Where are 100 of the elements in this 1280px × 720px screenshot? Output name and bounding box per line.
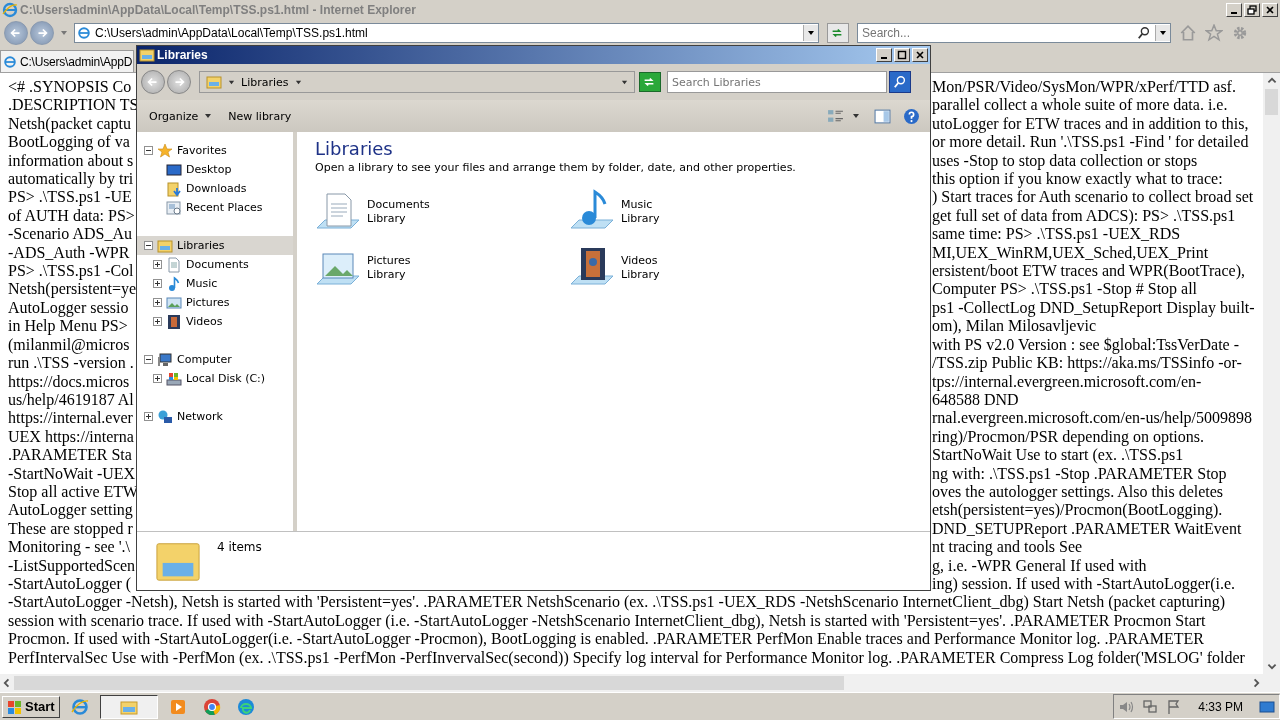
library-tile[interactable]: Documents Library (315, 188, 569, 236)
refresh-button[interactable] (639, 72, 661, 92)
library-name: Documents (367, 198, 430, 212)
page-text: PS> .\TSS.ps1 -Col (7, 262, 135, 281)
caret-icon[interactable] (852, 112, 860, 120)
vertical-scrollbar[interactable] (1263, 73, 1280, 674)
page-text: ring)/Procmon/PSR depending on options. (931, 427, 1205, 447)
page-text: /TSS.zip Public KB: https://aka.ms/TSSinfo -or- (931, 354, 1243, 373)
forward-button[interactable] (167, 70, 191, 94)
page-text: us/help/4619187 Al (7, 390, 135, 410)
refresh-button[interactable] (827, 22, 849, 43)
window-title: C:\Users\admin\AppData\Local\Temp\TSS.ps1.html - Internet Explorer (20, 2, 416, 17)
page-text: DND_SETUPReport .PARAMETER WaitEvent (931, 519, 1243, 539)
network-icon[interactable] (1142, 698, 1159, 715)
caret-icon[interactable] (294, 78, 302, 86)
expander-icon[interactable] (153, 317, 162, 326)
close-button[interactable] (912, 48, 928, 62)
tree-item[interactable]: Pictures (137, 293, 293, 312)
tree-item[interactable]: Music (137, 274, 293, 293)
minimize-button[interactable] (1226, 2, 1242, 17)
dropdown-caret-icon[interactable] (807, 28, 815, 37)
library-type: Library (367, 212, 407, 226)
tree-item[interactable]: Favorites (137, 141, 293, 160)
scroll-thumb[interactable] (1265, 89, 1278, 115)
page-text: of AUTH data: PS> (7, 206, 135, 226)
forward-button[interactable] (30, 20, 54, 45)
tree-item[interactable]: Local Disk (C:) (137, 369, 293, 388)
folder-icon[interactable] (99, 694, 158, 719)
page-text: ing) session. If used with -StartAutoLogger(i.e. (931, 574, 1237, 594)
back-button[interactable] (141, 70, 165, 94)
expander-icon[interactable] (153, 279, 162, 288)
tree-item[interactable]: Recent Places (137, 198, 293, 217)
restore-button[interactable] (1244, 2, 1260, 17)
expander-icon[interactable] (144, 146, 153, 155)
tree-item[interactable]: Desktop (137, 160, 293, 179)
page-text: oves the autologger settings. Also this deletes (931, 482, 1224, 502)
description-text: Open a library to see your files and arrange them by folder, date, and other properties. (315, 161, 797, 174)
expander-icon[interactable] (153, 298, 162, 307)
minimize-button[interactable] (876, 48, 892, 62)
view-options-icon[interactable] (827, 107, 844, 125)
tree-item[interactable]: Network (137, 407, 293, 426)
expander-icon[interactable] (144, 355, 153, 364)
library-tile[interactable]: Videos Library (569, 244, 823, 292)
page-text: StartNoWait Use to start (ex. .\TSS.ps1 (931, 446, 1185, 465)
library-tile[interactable]: Pictures Library (315, 244, 569, 292)
close-icon (1265, 4, 1275, 15)
search-icon[interactable] (1137, 25, 1151, 40)
library-tile[interactable]: Music Library (569, 188, 823, 236)
help-icon[interactable] (903, 107, 920, 125)
clock[interactable]: 4:33 PM (1198, 699, 1243, 714)
page-text: Mon/PSR/Video/SysMon/WPR/xPerf/TTD asf. (931, 78, 1237, 97)
page-text: in Help Menu PS> (7, 317, 129, 336)
page-text: https://docs.micros (7, 372, 131, 391)
menu-button[interactable]: Organize (143, 107, 219, 125)
tree-item[interactable]: Computer (137, 350, 293, 369)
show-desktop-icon[interactable] (1259, 698, 1275, 715)
picture-icon (166, 294, 182, 311)
expander-icon[interactable] (144, 412, 153, 421)
start-button[interactable]: Start (2, 695, 60, 718)
caret-icon[interactable] (228, 78, 235, 86)
search-button[interactable] (889, 71, 911, 93)
close-button[interactable] (1262, 2, 1278, 17)
search-field[interactable]: Search Libraries (667, 71, 887, 93)
expander-icon[interactable] (144, 241, 153, 250)
page-text: <# .SYNOPSIS Co (7, 78, 133, 97)
search-bar[interactable]: Search... (857, 22, 1171, 43)
tree-item[interactable]: Documents (137, 255, 293, 274)
page-text: Netsh(persistent=ye (7, 280, 135, 299)
page-text: rnal.evergreen.microsoft.com/en-us/help/5009898 (931, 409, 1254, 428)
toolbar-button[interactable]: New library (222, 107, 298, 125)
expander-icon[interactable] (153, 374, 162, 383)
tree-item[interactable]: Videos (137, 312, 293, 331)
page-text: etsh(persistent=yes)/Procmon(BootLogging). (931, 501, 1224, 520)
minimize-icon (1231, 11, 1237, 14)
address-bar[interactable]: Libraries (199, 71, 635, 93)
browser-tab[interactable]: C:\Users\admin\AppD (0, 50, 134, 72)
dropdown-caret-icon[interactable] (621, 78, 628, 86)
scroll-thumb[interactable] (14, 676, 844, 690)
maximize-button[interactable] (894, 48, 910, 62)
tree-item[interactable]: Downloads (137, 179, 293, 198)
page-text: utoLogger for ETW traces and in addition to this, (931, 114, 1250, 134)
page-text: with PS v2.0 Version : see $global:TssVerDate - (931, 335, 1240, 355)
back-button[interactable] (4, 20, 28, 45)
page-text: run .\TSS -version . (7, 354, 135, 373)
expander-icon[interactable] (153, 260, 162, 269)
horizontal-scrollbar[interactable] (0, 674, 1280, 692)
disk-drive-icon (166, 370, 182, 387)
library-type: Library (621, 268, 660, 282)
film-icon (166, 313, 182, 330)
address-bar[interactable]: C:\Users\admin\AppData\Local\Temp\TSS.ps1.html (74, 22, 819, 43)
tree-item[interactable]: Libraries (137, 236, 293, 255)
page-text: AutoLogger sessio (7, 298, 130, 318)
restore-icon (1247, 4, 1257, 15)
star-icon[interactable] (1205, 23, 1223, 42)
page-text: .PARAMETER Sta (7, 446, 133, 465)
library-name: Pictures (367, 254, 411, 268)
app-icon (201, 696, 222, 717)
page-text: ps1 -CollectLog DND_SetupReport Display built- (931, 298, 1256, 318)
page-text: ersistent/boot ETW traces and WPR(BootTrace), (931, 262, 1246, 281)
dropdown-caret-icon[interactable] (1159, 28, 1167, 37)
